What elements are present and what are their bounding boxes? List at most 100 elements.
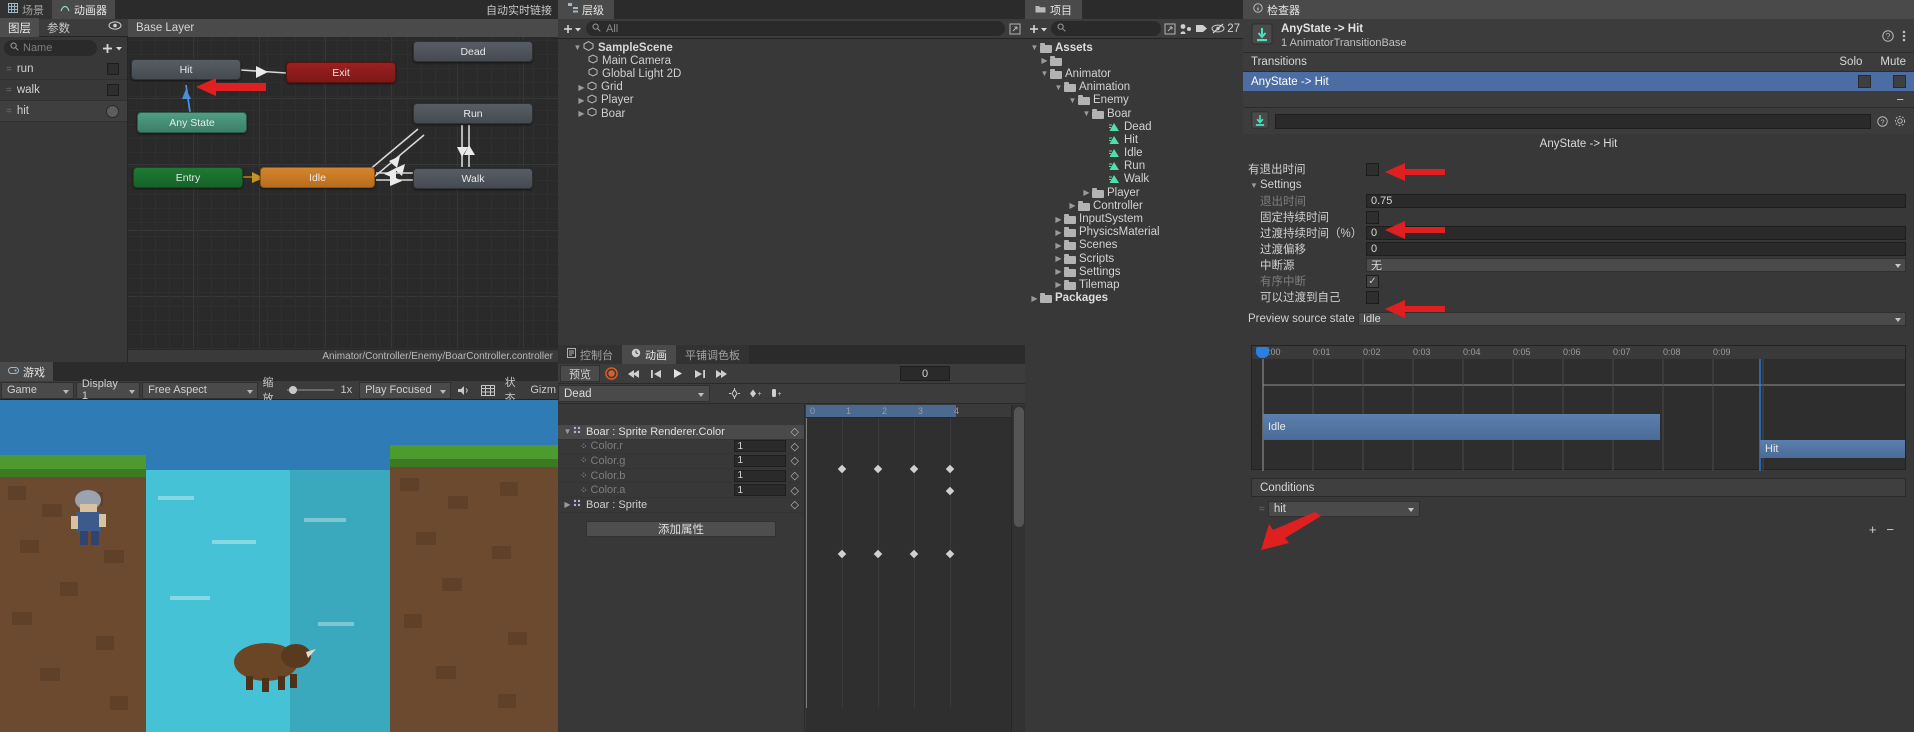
project-item-physicsmaterial[interactable]: ▶ PhysicsMaterial [1025, 226, 1243, 239]
property-transition-offset[interactable]: 过渡偏移 0 [1243, 241, 1914, 257]
condition-row[interactable]: = hit [1251, 498, 1906, 520]
chevron-right-icon[interactable]: ▶ [1053, 254, 1064, 263]
transition-offset-input[interactable]: 0 [1366, 242, 1906, 256]
tab-animator[interactable]: 动画器 [52, 0, 115, 19]
add-condition-button[interactable]: + [1869, 522, 1877, 537]
project-item-inputsystem[interactable]: ▶ InputSystem [1025, 212, 1243, 225]
chevron-right-icon[interactable]: ▶ [1053, 267, 1064, 276]
state-node-idle[interactable]: Idle [260, 167, 375, 188]
hierarchy-item-player[interactable]: ▶ Player [558, 94, 1025, 107]
project-item-run[interactable]: Run [1025, 160, 1243, 173]
property-has-exit-time[interactable]: 有退出时间 [1243, 161, 1914, 177]
parameter-row[interactable]: = hit [0, 101, 127, 122]
chevron-down-icon[interactable]: ▼ [1067, 96, 1078, 105]
scale-slider[interactable] [285, 385, 335, 395]
transition-name-input[interactable] [1275, 113, 1871, 129]
hidden-eye-icon[interactable]: 27 [1211, 23, 1240, 35]
project-item-hit[interactable]: Hit [1025, 133, 1243, 146]
hierarchy-item-main-camera[interactable]: Main Camera [558, 54, 1025, 67]
chevron-down-icon[interactable]: ▼ [562, 427, 573, 436]
keyframe-diamond-icon[interactable]: ◇ [791, 498, 799, 511]
add-property-button[interactable]: 添加属性 [586, 520, 776, 537]
tab-animation[interactable]: 动画 [622, 345, 676, 364]
project-item-walk[interactable]: Walk [1025, 173, 1243, 186]
chevron-right-icon[interactable]: ▶ [576, 109, 587, 118]
create-asset-button[interactable] [1028, 23, 1048, 35]
project-search-input[interactable] [1051, 21, 1162, 36]
state-node-dead[interactable]: Dead [413, 41, 533, 62]
next-frame-icon[interactable] [689, 365, 710, 382]
chevron-right-icon[interactable]: ▶ [1029, 294, 1040, 303]
tab-project[interactable]: 项目 [1025, 0, 1082, 19]
tab-inspector[interactable]: 检查器 [1243, 0, 1914, 19]
project-item-controller[interactable]: ▶ Controller [1025, 199, 1243, 212]
has-exit-time-checkbox[interactable] [1366, 162, 1379, 176]
interruption-source-dropdown[interactable]: 无 [1366, 258, 1906, 272]
chevron-right-icon[interactable]: ▶ [576, 83, 587, 92]
hierarchy-search-input[interactable]: All [586, 21, 1005, 36]
fixed-duration-checkbox[interactable] [1366, 210, 1379, 224]
keyframe-diamond-icon[interactable]: ◇ [791, 469, 799, 482]
tab-scene[interactable]: 场景 [0, 0, 52, 19]
project-item-enemy[interactable]: ▼ Enemy [1025, 94, 1243, 107]
remove-transition-button[interactable]: − [1896, 92, 1904, 107]
animation-property-list[interactable]: ▼ Boar : Sprite Renderer.Color ◇ ⁘ Color… [558, 405, 805, 732]
parameter-trigger-radio[interactable] [106, 104, 119, 118]
chevron-right-icon[interactable]: ▶ [1081, 188, 1092, 197]
preview-source-dropdown[interactable]: Idle [1358, 312, 1906, 326]
can-transition-to-self-checkbox[interactable] [1366, 290, 1379, 304]
property-value[interactable]: 1 [733, 469, 786, 482]
timeline-ruler[interactable]: 0:00 0:01 0:02 0:03 0:04 0:05 0:06 0:07 … [1252, 346, 1905, 359]
hierarchy-item-boar[interactable]: ▶ Boar [558, 107, 1025, 120]
mute-audio-icon[interactable] [452, 385, 476, 396]
state-node-walk[interactable]: Walk [413, 168, 533, 189]
transition-duration-input[interactable]: 0 [1366, 226, 1906, 240]
state-node-entry[interactable]: Entry [133, 167, 243, 188]
dopesheet-scrollbar[interactable] [1011, 405, 1025, 732]
help-icon[interactable]: ? [1882, 29, 1894, 42]
subtab-parameters[interactable]: 参数 [39, 18, 78, 38]
hierarchy-item-samplescene[interactable]: ▼ SampleScene [558, 41, 1025, 54]
project-item-animation[interactable]: ▼ Animation [1025, 81, 1243, 94]
playhead-knob[interactable] [1256, 347, 1269, 358]
transition-timeline[interactable]: 0:00 0:01 0:02 0:03 0:04 0:05 0:06 0:07 … [1251, 345, 1906, 471]
skip-start-icon[interactable] [623, 365, 644, 382]
property-transition-duration[interactable]: 过渡持续时间（%） 0 [1243, 225, 1914, 241]
tab-hierarchy[interactable]: 层级 [558, 0, 614, 19]
state-node-exit[interactable]: Exit [286, 62, 396, 83]
parameter-bool-checkbox[interactable] [107, 63, 119, 75]
skip-end-icon[interactable] [711, 365, 732, 382]
project-item-assets[interactable]: ▼ Assets [1025, 41, 1243, 54]
transition-list-item[interactable]: AnyState -> Hit [1243, 72, 1914, 91]
property-row[interactable]: ⁘ Color.b 1 ◇ [558, 469, 804, 484]
preview-source-state-row[interactable]: Preview source state Idle [1243, 311, 1914, 327]
project-item-boar[interactable]: ▼ Boar [1025, 107, 1243, 120]
chevron-right-icon[interactable]: ▶ [1053, 215, 1064, 224]
property-can-transition-to-self[interactable]: 可以过渡到自己 [1243, 289, 1914, 305]
chevron-down-icon[interactable]: ▼ [1039, 69, 1050, 78]
state-node-hit[interactable]: Hit [131, 59, 241, 80]
hierarchy-item-global-light-2d[interactable]: Global Light 2D [558, 67, 1025, 80]
chevron-down-icon[interactable]: ▼ [572, 43, 583, 52]
kebab-icon[interactable] [1902, 29, 1906, 43]
game-viewport[interactable] [0, 400, 558, 732]
project-popout-icon[interactable] [1164, 23, 1176, 35]
prev-frame-icon[interactable] [645, 365, 666, 382]
play-icon[interactable] [667, 365, 688, 382]
ordered-interruption-checkbox[interactable]: ✓ [1366, 274, 1379, 288]
project-item-idle[interactable]: Idle [1025, 147, 1243, 160]
aspect-selector[interactable]: Free Aspect [142, 381, 258, 399]
frame-number-input[interactable]: 0 [900, 366, 950, 381]
project-item-scripts[interactable]: ▶ Scripts [1025, 252, 1243, 265]
timeline-clip-idle[interactable]: Idle [1263, 414, 1660, 440]
hierarchy-item-grid[interactable]: ▶ Grid [558, 81, 1025, 94]
preview-button[interactable]: 预览 [560, 365, 600, 382]
project-item-unnamed[interactable]: ▶ [1025, 54, 1243, 67]
add-key-diamond-icon[interactable]: + [745, 385, 766, 402]
grid-overlay-icon[interactable] [476, 384, 500, 396]
auto-live-link-button[interactable]: 自动实时链接 [486, 2, 552, 18]
property-group-row[interactable]: ▶ Boar : Sprite ◇ [558, 498, 804, 513]
project-item-packages[interactable]: ▶ Packages [1025, 292, 1243, 305]
record-icon[interactable] [601, 365, 622, 382]
state-machine-graph[interactable]: Hit Exit Any State Entry Idle Dead Run W… [128, 37, 558, 362]
